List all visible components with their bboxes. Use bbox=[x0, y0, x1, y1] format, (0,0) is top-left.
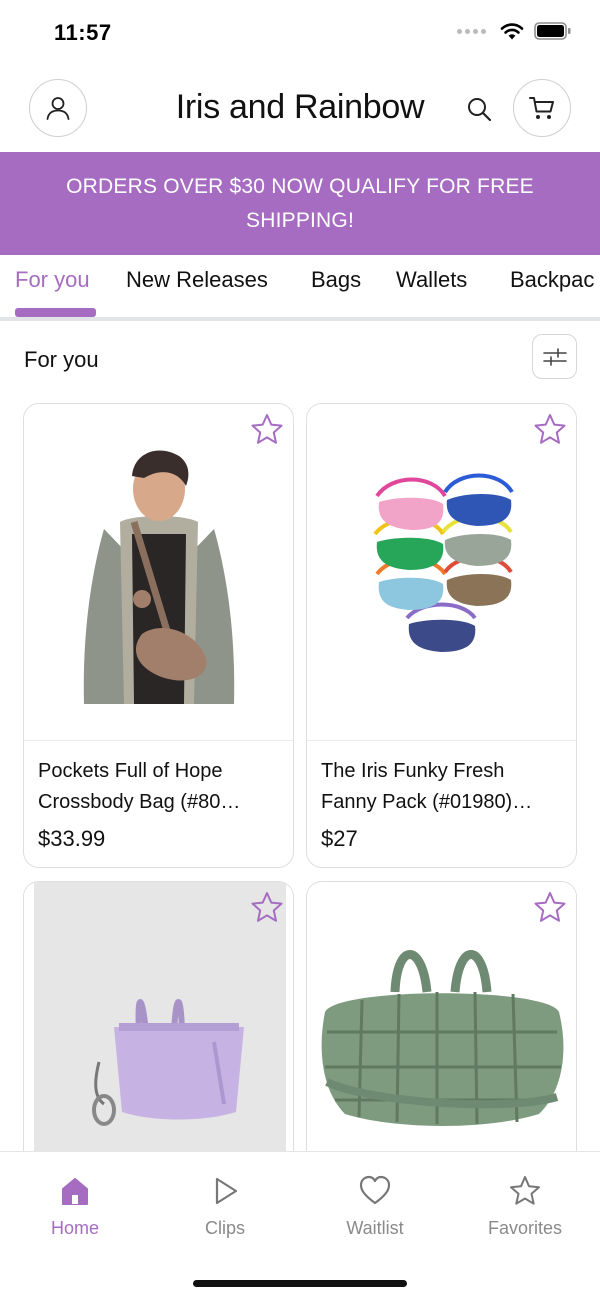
favorite-star-icon[interactable] bbox=[532, 890, 568, 926]
product-price: $33.99 bbox=[38, 826, 106, 851]
nav-waitlist[interactable]: Waitlist bbox=[315, 1174, 435, 1239]
status-bar: 11:57 bbox=[0, 0, 600, 66]
product-image[interactable] bbox=[24, 404, 293, 741]
product-card[interactable]: Pockets Full of Hope Crossbody Bag (#80…… bbox=[23, 403, 294, 868]
filter-sliders-icon bbox=[542, 347, 567, 366]
promo-banner-text: ORDERS OVER $30 NOW QUALIFY FOR FREE SHI… bbox=[66, 174, 534, 232]
cart-icon bbox=[529, 97, 554, 119]
product-image[interactable] bbox=[307, 404, 576, 741]
status-indicators bbox=[457, 22, 572, 40]
product-card[interactable]: The Iris Funky Fresh Fanny Pack (#01980)… bbox=[306, 403, 577, 868]
home-indicator[interactable] bbox=[193, 1280, 407, 1287]
status-time: 11:57 bbox=[54, 20, 112, 45]
promo-banner[interactable]: ORDERS OVER $30 NOW QUALIFY FOR FREE SHI… bbox=[0, 152, 600, 255]
category-tabs: For you New Releases Bags Wallets Backpa… bbox=[0, 255, 600, 321]
nav-clips[interactable]: Clips bbox=[165, 1174, 285, 1239]
app-header: Iris and Rainbow bbox=[0, 66, 600, 152]
home-icon bbox=[62, 1178, 88, 1205]
fanny-pack-collection-image bbox=[373, 473, 514, 652]
favorite-star-icon[interactable] bbox=[532, 412, 568, 448]
active-tab-indicator bbox=[15, 308, 96, 317]
nav-clips-label: Clips bbox=[204, 1218, 245, 1238]
nav-favorites[interactable]: Favorites bbox=[465, 1174, 585, 1239]
search-icon bbox=[468, 98, 492, 122]
tab-wallets[interactable]: Wallets bbox=[396, 267, 467, 293]
user-icon bbox=[46, 97, 70, 120]
product-name: The Iris Funky Fresh Fanny Pack (#01980)… bbox=[321, 760, 533, 813]
nav-favorites-label: Favorites bbox=[487, 1218, 563, 1238]
battery-icon bbox=[534, 22, 571, 40]
star-icon bbox=[510, 1176, 540, 1205]
filter-button[interactable] bbox=[532, 334, 577, 379]
nav-home-label: Home bbox=[50, 1218, 99, 1238]
cellular-signal-icon bbox=[457, 28, 486, 34]
product-price: $27 bbox=[321, 826, 358, 851]
favorite-star-icon[interactable] bbox=[249, 890, 285, 926]
bottom-navigation: Home Clips Waitlist Favorites bbox=[0, 1151, 600, 1299]
product-image[interactable] bbox=[307, 882, 576, 1170]
tab-backpacks[interactable]: Backpac bbox=[510, 267, 594, 293]
tab-for-you[interactable]: For you bbox=[15, 267, 90, 293]
favorite-star-icon[interactable] bbox=[249, 412, 285, 448]
cart-button[interactable] bbox=[513, 79, 571, 137]
search-button[interactable] bbox=[463, 93, 495, 125]
product-name: Pockets Full of Hope Crossbody Bag (#80… bbox=[38, 760, 241, 813]
crossbody-bag-model-image bbox=[83, 450, 235, 704]
product-card[interactable] bbox=[23, 881, 294, 1171]
heart-icon bbox=[359, 1175, 391, 1205]
store-title: Iris and Rainbow bbox=[175, 88, 425, 126]
nav-waitlist-label: Waitlist bbox=[346, 1218, 404, 1238]
profile-button[interactable] bbox=[29, 79, 87, 137]
play-icon bbox=[215, 1177, 238, 1205]
section-title: For you bbox=[24, 347, 99, 372]
product-image[interactable] bbox=[24, 882, 293, 1170]
tab-bags[interactable]: Bags bbox=[311, 267, 361, 293]
product-card[interactable] bbox=[306, 881, 577, 1171]
nav-home[interactable]: Home bbox=[15, 1174, 135, 1239]
wifi-icon bbox=[500, 23, 524, 40]
tab-new-releases[interactable]: New Releases bbox=[126, 267, 268, 293]
